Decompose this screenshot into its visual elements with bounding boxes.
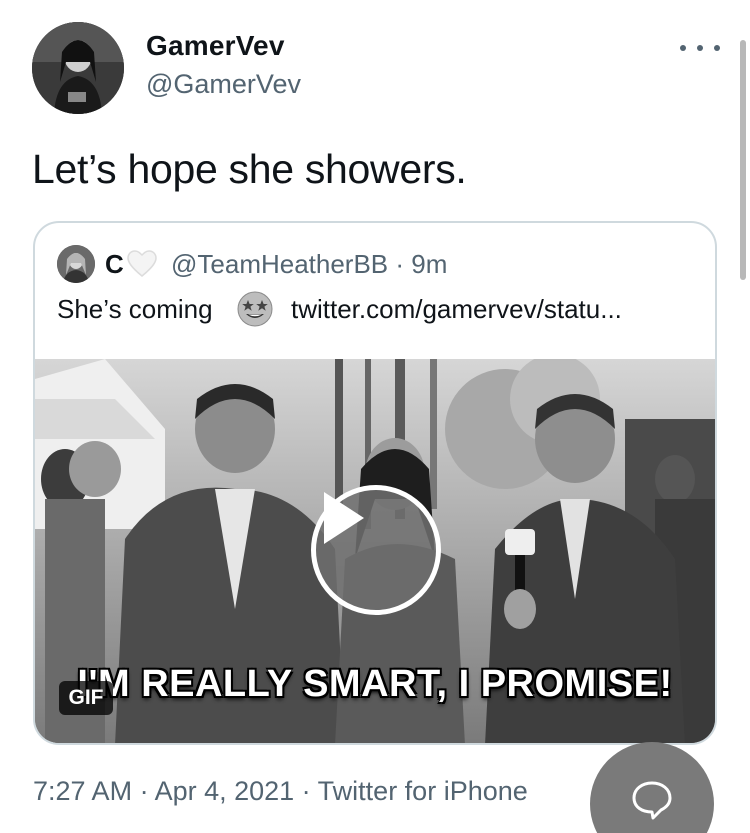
quoted-author-name[interactable]: C (105, 249, 124, 280)
tweet-text: Let’s hope she showers. (32, 146, 467, 192)
gif-media[interactable]: I'M REALLY SMART, I PROMISE! GIF (35, 359, 715, 743)
more-dot (697, 45, 703, 51)
author-display-name[interactable]: GamerVev (146, 30, 285, 62)
quoted-tweet-card[interactable]: C @TeamHeatherBB · 9m She’s coming twitt… (33, 221, 717, 745)
more-dot (714, 45, 720, 51)
more-options-icon[interactable] (680, 38, 720, 58)
scrollbar[interactable] (740, 40, 746, 280)
compose-reply-button[interactable] (590, 742, 714, 833)
quoted-text: She’s coming (57, 294, 213, 324)
author-handle[interactable]: @GamerVev (146, 69, 301, 100)
more-dot (680, 45, 686, 51)
star-struck-emoji-icon (237, 291, 273, 327)
gif-badge: GIF (59, 681, 113, 715)
quoted-link[interactable]: twitter.com/gamervev/statu... (291, 294, 622, 325)
quoted-handle-time[interactable]: @TeamHeatherBB · 9m (171, 249, 447, 280)
author-avatar[interactable] (32, 22, 124, 114)
tweet-detail-page: GamerVev @GamerVev Let’s hope she shower… (0, 0, 750, 833)
play-button[interactable] (311, 485, 441, 615)
reply-bubble-icon (632, 781, 672, 820)
play-icon (324, 492, 364, 544)
tweet-timestamp[interactable]: 7:27 AM · Apr 4, 2021 · Twitter for iPho… (33, 776, 528, 807)
quoted-author-avatar[interactable] (57, 245, 95, 283)
white-heart-icon (127, 250, 157, 277)
gif-caption: I'M REALLY SMART, I PROMISE! (77, 663, 673, 705)
